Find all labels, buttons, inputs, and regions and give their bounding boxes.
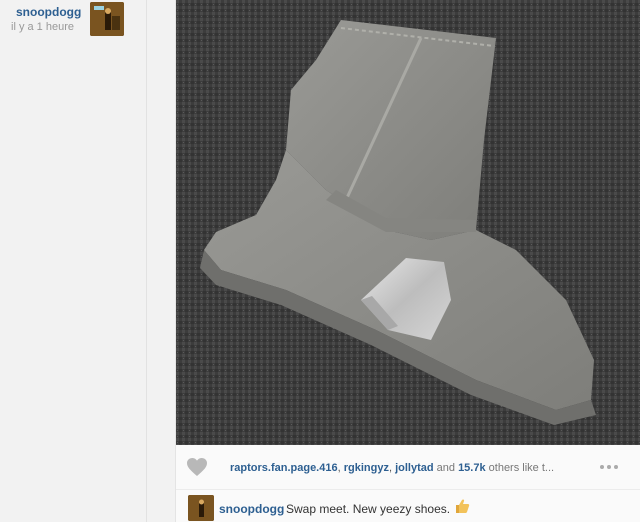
thumbs-up-emoji-icon: [454, 498, 470, 514]
post-photo[interactable]: [176, 0, 640, 445]
avatar-image: [90, 2, 124, 36]
sidebar: snoopdogg il y a 1 heure: [0, 0, 146, 522]
caption-username[interactable]: snoopdogg: [219, 502, 284, 516]
caption-text: Swap meet. New yeezy shoes.: [286, 502, 451, 516]
dot: [607, 465, 611, 469]
like-user-link[interactable]: jollytad: [395, 462, 434, 474]
action-bar: raptors.fan.page.416, rgkingyz, jollytad…: [176, 445, 640, 490]
caption-row: snoopdogg Swap meet. New yeezy shoes.: [176, 490, 640, 522]
like-user-link[interactable]: rgkingyz: [344, 462, 389, 474]
like-user-link[interactable]: raptors.fan.page.416: [230, 462, 338, 474]
likes-and-text: and: [433, 462, 459, 474]
likes-count[interactable]: 15.7k: [458, 462, 486, 474]
likes-others-text: others like t...: [485, 462, 555, 474]
post-timestamp: il y a 1 heure: [11, 21, 74, 33]
ugg-boot-photo: [176, 0, 640, 445]
author-avatar[interactable]: [90, 2, 124, 36]
caption-avatar[interactable]: [188, 495, 214, 521]
dot: [614, 465, 618, 469]
dot: [600, 465, 604, 469]
post-card: raptors.fan.page.416, rgkingyz, jollytad…: [176, 0, 640, 522]
sidebar-divider: [146, 0, 147, 522]
post-author-username[interactable]: snoopdogg: [16, 5, 81, 19]
more-options-icon[interactable]: [592, 457, 626, 477]
heart-icon[interactable]: [186, 457, 208, 477]
likes-summary: raptors.fan.page.416, rgkingyz, jollytad…: [230, 462, 580, 474]
